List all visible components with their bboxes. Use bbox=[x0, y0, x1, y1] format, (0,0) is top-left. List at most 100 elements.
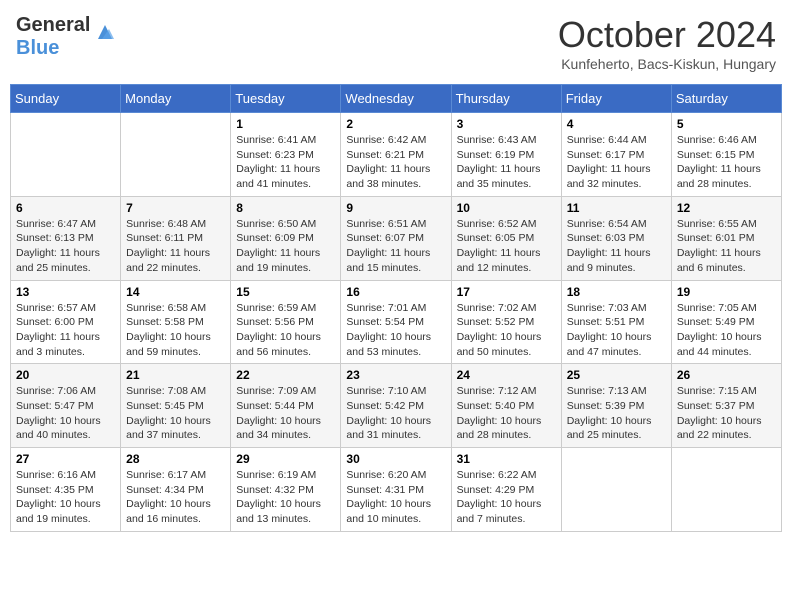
day-info: Sunrise: 6:20 AMSunset: 4:31 PMDaylight:… bbox=[346, 468, 445, 527]
calendar-cell: 21 Sunrise: 7:08 AMSunset: 5:45 PMDayligh… bbox=[121, 364, 231, 448]
day-info: Sunrise: 6:51 AMSunset: 6:07 PMDaylight:… bbox=[346, 217, 445, 276]
calendar-cell: 10Sunrise: 6:52 AMSunset: 6:05 PMDayligh… bbox=[451, 196, 561, 280]
weekday-header-sunday: Sunday bbox=[11, 85, 121, 113]
sunset-text: Sunset: 5:56 PM bbox=[236, 315, 335, 330]
daylight-text: Daylight: 11 hours and 38 minutes. bbox=[346, 162, 445, 191]
calendar-week-row: 1Sunrise: 6:41 AMSunset: 6:23 PMDaylight… bbox=[11, 113, 782, 197]
sunset-text: Sunset: 4:32 PM bbox=[236, 483, 335, 498]
day-number: 6 bbox=[16, 201, 115, 215]
day-info: Sunrise: 6:22 AMSunset: 4:29 PMDaylight:… bbox=[457, 468, 556, 527]
daylight-text: Daylight: 11 hours and 41 minutes. bbox=[236, 162, 335, 191]
sunrise-text: Sunrise: 6:19 AM bbox=[236, 468, 335, 483]
day-info: Sunrise: 6:47 AMSunset: 6:13 PMDaylight:… bbox=[16, 217, 115, 276]
calendar-cell: 13Sunrise: 6:57 AMSunset: 6:00 PMDayligh… bbox=[11, 280, 121, 364]
day-info: Sunrise: 6:57 AMSunset: 6:00 PMDaylight:… bbox=[16, 301, 115, 360]
sunset-text: Sunset: 6:17 PM bbox=[567, 148, 666, 163]
sunset-text: Sunset: 6:23 PM bbox=[236, 148, 335, 163]
day-number: 11 bbox=[567, 201, 666, 215]
day-info: Sunrise: 7:08 AMSunset: 5:45 PMDaylight:… bbox=[126, 384, 225, 443]
day-number: 23 bbox=[346, 368, 445, 382]
sunrise-text: Sunrise: 6:22 AM bbox=[457, 468, 556, 483]
sunrise-text: Sunrise: 7:10 AM bbox=[346, 384, 445, 399]
weekday-header-thursday: Thursday bbox=[451, 85, 561, 113]
calendar-cell: 4 Sunrise: 6:44 AMSunset: 6:17 PMDaylight… bbox=[561, 113, 671, 197]
day-info: Sunrise: 6:59 AMSunset: 5:56 PMDaylight:… bbox=[236, 301, 335, 360]
daylight-text: Daylight: 10 hours and 47 minutes. bbox=[567, 330, 666, 359]
sunset-text: Sunset: 4:29 PM bbox=[457, 483, 556, 498]
day-number: 2 bbox=[346, 117, 445, 131]
day-info: Sunrise: 6:17 AMSunset: 4:34 PMDaylight:… bbox=[126, 468, 225, 527]
day-number: 12 bbox=[677, 201, 776, 215]
day-info: Sunrise: 6:54 AMSunset: 6:03 PMDaylight:… bbox=[567, 217, 666, 276]
calendar-week-row: 20Sunrise: 7:06 AMSunset: 5:47 PMDayligh… bbox=[11, 364, 782, 448]
sunset-text: Sunset: 5:39 PM bbox=[567, 399, 666, 414]
sunrise-text: Sunrise: 6:55 AM bbox=[677, 217, 776, 232]
day-number: 7 bbox=[126, 201, 225, 215]
daylight-text: Daylight: 10 hours and 19 minutes. bbox=[16, 497, 115, 526]
day-number: 8 bbox=[236, 201, 335, 215]
day-info: Sunrise: 7:01 AMSunset: 5:54 PMDaylight:… bbox=[346, 301, 445, 360]
daylight-text: Daylight: 10 hours and 25 minutes. bbox=[567, 414, 666, 443]
day-number: 21 bbox=[126, 368, 225, 382]
day-number: 4 bbox=[567, 117, 666, 131]
day-number: 9 bbox=[346, 201, 445, 215]
day-number: 15 bbox=[236, 285, 335, 299]
daylight-text: Daylight: 11 hours and 9 minutes. bbox=[567, 246, 666, 275]
day-number: 18 bbox=[567, 285, 666, 299]
day-info: Sunrise: 6:44 AMSunset: 6:17 PMDaylight:… bbox=[567, 133, 666, 192]
title-block: October 2024 Kunfeherto, Bacs-Kiskun, Hu… bbox=[558, 14, 776, 72]
day-number: 3 bbox=[457, 117, 556, 131]
sunset-text: Sunset: 6:11 PM bbox=[126, 231, 225, 246]
day-number: 10 bbox=[457, 201, 556, 215]
sunset-text: Sunset: 5:40 PM bbox=[457, 399, 556, 414]
sunrise-text: Sunrise: 7:02 AM bbox=[457, 301, 556, 316]
sunset-text: Sunset: 5:42 PM bbox=[346, 399, 445, 414]
daylight-text: Daylight: 10 hours and 50 minutes. bbox=[457, 330, 556, 359]
daylight-text: Daylight: 10 hours and 40 minutes. bbox=[16, 414, 115, 443]
sunset-text: Sunset: 6:15 PM bbox=[677, 148, 776, 163]
sunset-text: Sunset: 6:19 PM bbox=[457, 148, 556, 163]
calendar-cell: 7Sunrise: 6:48 AMSunset: 6:11 PMDaylight… bbox=[121, 196, 231, 280]
calendar-cell: 30Sunrise: 6:20 AMSunset: 4:31 PMDayligh… bbox=[341, 448, 451, 532]
sunrise-text: Sunrise: 6:59 AM bbox=[236, 301, 335, 316]
day-info: Sunrise: 6:55 AMSunset: 6:01 PMDaylight:… bbox=[677, 217, 776, 276]
page-header: General Blue October 2024 Kunfeherto, Ba… bbox=[10, 10, 782, 76]
sunset-text: Sunset: 6:01 PM bbox=[677, 231, 776, 246]
daylight-text: Daylight: 10 hours and 53 minutes. bbox=[346, 330, 445, 359]
logo-text: General Blue bbox=[16, 14, 90, 60]
sunrise-text: Sunrise: 7:15 AM bbox=[677, 384, 776, 399]
sunset-text: Sunset: 6:00 PM bbox=[16, 315, 115, 330]
sunrise-text: Sunrise: 6:52 AM bbox=[457, 217, 556, 232]
day-info: Sunrise: 6:42 AMSunset: 6:21 PMDaylight:… bbox=[346, 133, 445, 192]
weekday-header-monday: Monday bbox=[121, 85, 231, 113]
day-info: Sunrise: 6:19 AMSunset: 4:32 PMDaylight:… bbox=[236, 468, 335, 527]
sunrise-text: Sunrise: 6:46 AM bbox=[677, 133, 776, 148]
day-info: Sunrise: 7:12 AMSunset: 5:40 PMDaylight:… bbox=[457, 384, 556, 443]
sunrise-text: Sunrise: 6:16 AM bbox=[16, 468, 115, 483]
weekday-header-tuesday: Tuesday bbox=[231, 85, 341, 113]
day-info: Sunrise: 7:03 AMSunset: 5:51 PMDaylight:… bbox=[567, 301, 666, 360]
calendar-cell: 27Sunrise: 6:16 AMSunset: 4:35 PMDayligh… bbox=[11, 448, 121, 532]
day-number: 20 bbox=[16, 368, 115, 382]
sunrise-text: Sunrise: 7:03 AM bbox=[567, 301, 666, 316]
calendar-cell: 11 Sunrise: 6:54 AMSunset: 6:03 PMDayligh… bbox=[561, 196, 671, 280]
day-info: Sunrise: 6:46 AMSunset: 6:15 PMDaylight:… bbox=[677, 133, 776, 192]
sunset-text: Sunset: 5:58 PM bbox=[126, 315, 225, 330]
calendar-week-row: 13Sunrise: 6:57 AMSunset: 6:00 PMDayligh… bbox=[11, 280, 782, 364]
calendar-cell: 1Sunrise: 6:41 AMSunset: 6:23 PMDaylight… bbox=[231, 113, 341, 197]
sunrise-text: Sunrise: 6:47 AM bbox=[16, 217, 115, 232]
weekday-header-saturday: Saturday bbox=[671, 85, 781, 113]
logo: General Blue bbox=[16, 14, 116, 60]
calendar-cell bbox=[561, 448, 671, 532]
day-number: 5 bbox=[677, 117, 776, 131]
sunrise-text: Sunrise: 6:20 AM bbox=[346, 468, 445, 483]
sunset-text: Sunset: 5:37 PM bbox=[677, 399, 776, 414]
daylight-text: Daylight: 10 hours and 28 minutes. bbox=[457, 414, 556, 443]
day-number: 1 bbox=[236, 117, 335, 131]
calendar-cell: 26Sunrise: 7:15 AMSunset: 5:37 PMDayligh… bbox=[671, 364, 781, 448]
daylight-text: Daylight: 10 hours and 59 minutes. bbox=[126, 330, 225, 359]
month-title: October 2024 bbox=[558, 14, 776, 56]
calendar-header-row: SundayMondayTuesdayWednesdayThursdayFrid… bbox=[11, 85, 782, 113]
calendar-table: SundayMondayTuesdayWednesdayThursdayFrid… bbox=[10, 84, 782, 532]
sunrise-text: Sunrise: 6:42 AM bbox=[346, 133, 445, 148]
